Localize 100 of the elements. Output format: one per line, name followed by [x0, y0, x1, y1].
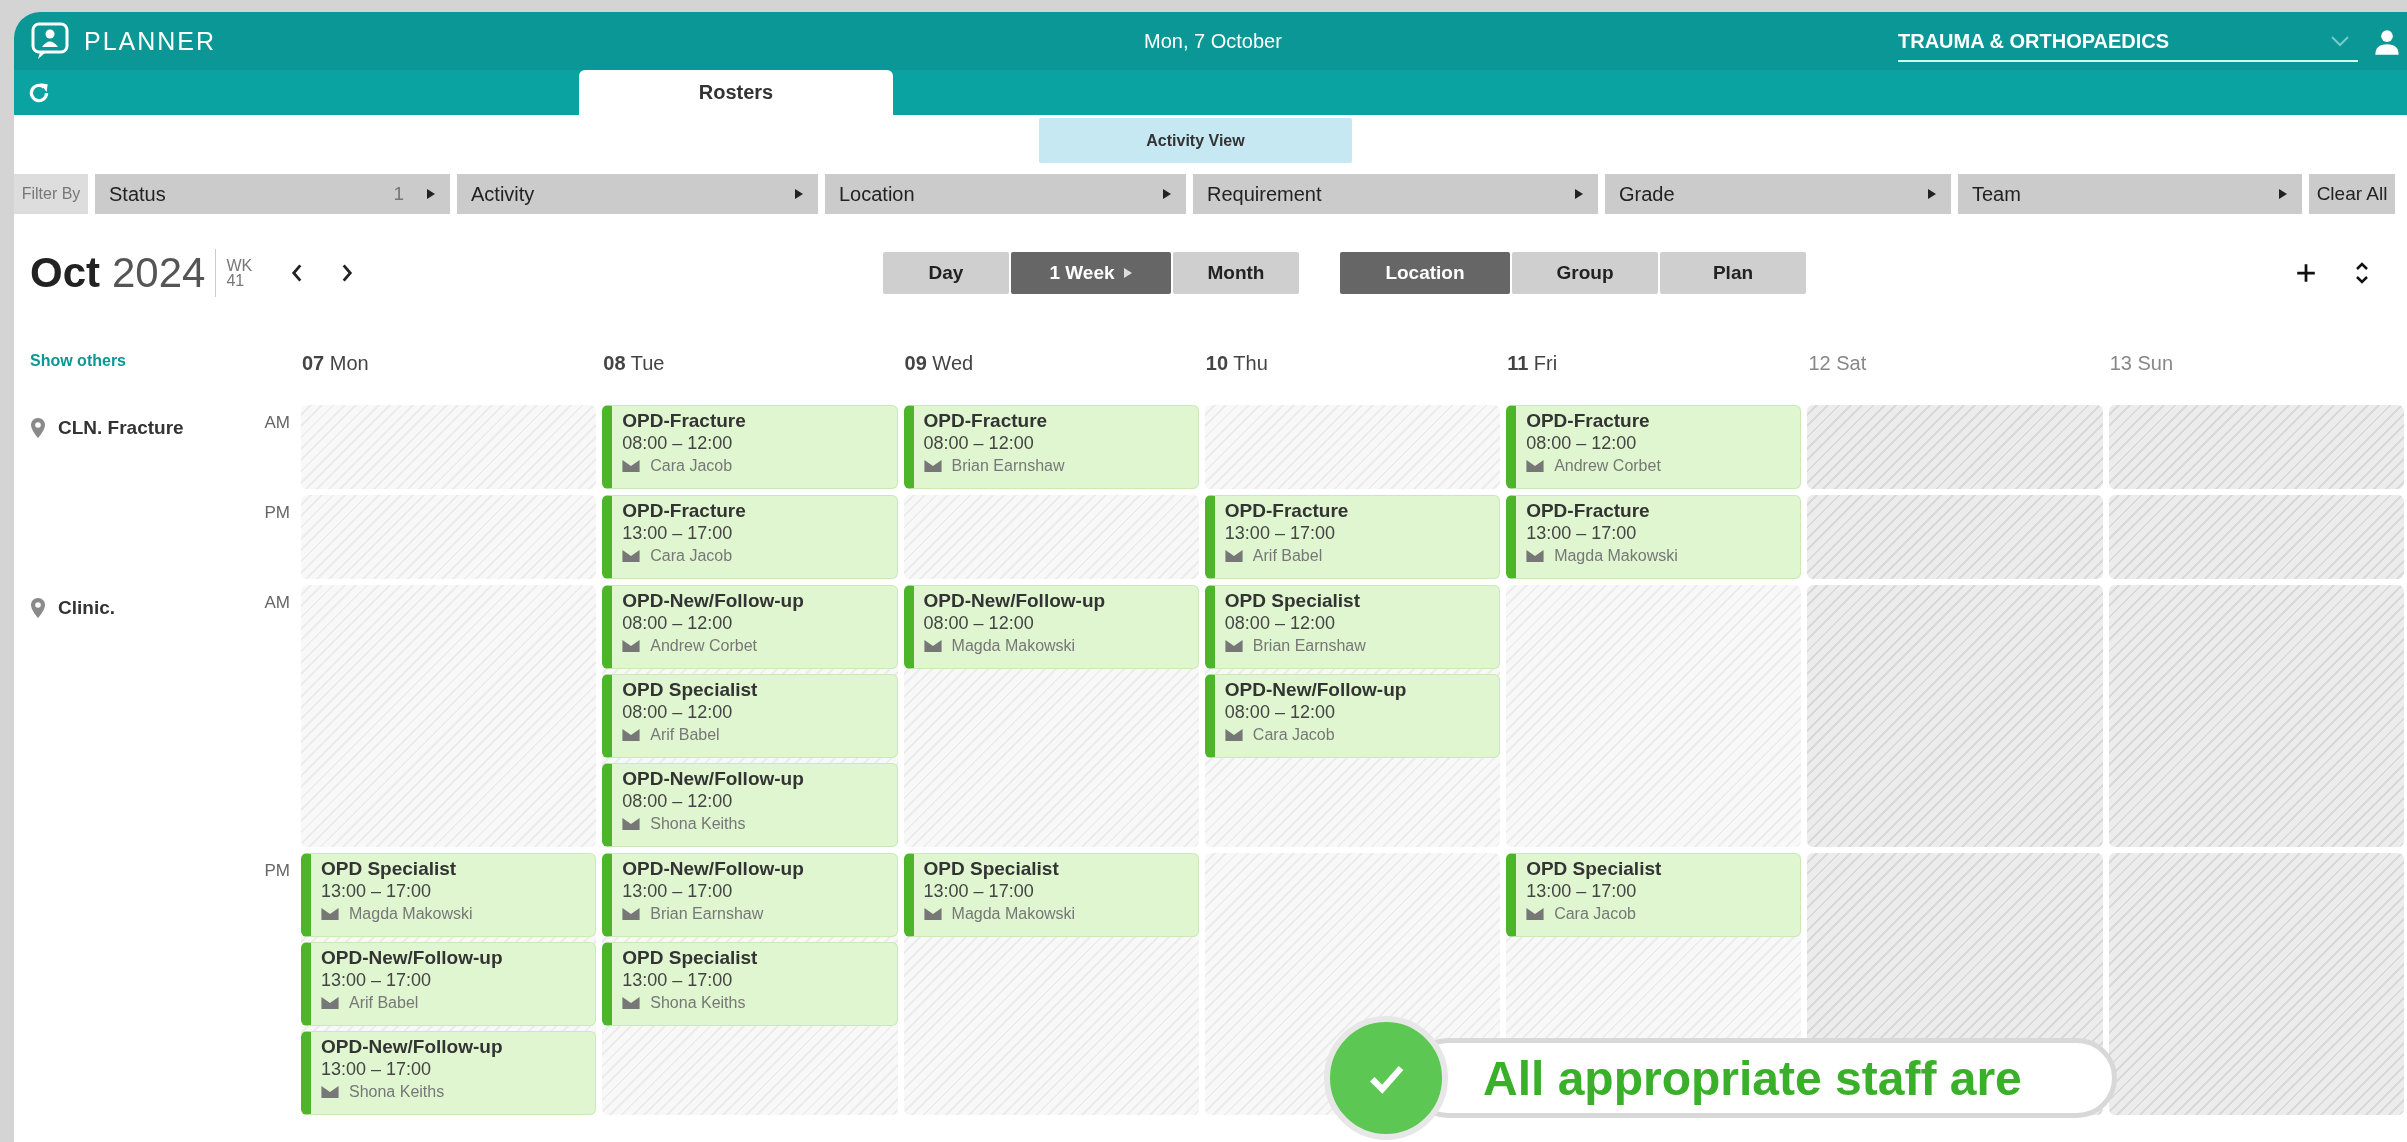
filter-dropdown[interactable]: Requirement — [1193, 174, 1598, 214]
shift-title: OPD-Fracture — [622, 499, 747, 522]
shift-card[interactable]: OPD-New/Follow-up 13:00 – 17:00 Arif Babel — [301, 942, 597, 1026]
staff-name: Shona Keiths — [650, 814, 746, 834]
shift-time: 13:00 – 17:00 — [1526, 880, 1638, 903]
triangle-right-icon — [1162, 188, 1172, 200]
app-title: PLANNER — [84, 26, 217, 56]
shift-time: 13:00 – 17:00 — [321, 1058, 433, 1081]
user-icon[interactable] — [2373, 28, 2401, 56]
shift-title: OPD-New/Follow-up — [923, 589, 1107, 612]
session-label: AM — [264, 593, 290, 612]
shift-time: 08:00 – 12:00 — [1224, 701, 1336, 724]
shift-time: 08:00 – 12:00 — [1224, 612, 1336, 635]
current-date: Mon, 7 October — [1144, 29, 1282, 53]
shift-card[interactable]: OPD-Fracture 13:00 – 17:00 Cara Jacob — [602, 495, 898, 579]
shift-title: OPD-Fracture — [1224, 499, 1350, 522]
shift-time: 08:00 – 12:00 — [923, 432, 1035, 455]
triangle-right-icon — [1927, 188, 1937, 200]
shift-time: 08:00 – 12:00 — [622, 701, 734, 724]
crown-icon — [321, 997, 339, 1009]
range-button[interactable]: Month — [1173, 252, 1299, 294]
shift-card[interactable]: OPD-Fracture 13:00 – 17:00 Arif Babel — [1204, 495, 1501, 579]
filter-dropdown[interactable]: Activity — [457, 174, 818, 214]
show-others-link[interactable]: Show others — [30, 352, 126, 369]
crown-icon — [622, 908, 641, 920]
shift-title: OPD Specialist — [622, 946, 759, 969]
crown-icon — [1526, 908, 1545, 920]
day-header: 09 Wed — [903, 352, 975, 376]
shift-card[interactable]: OPD-New/Follow-up 13:00 – 17:00 Shona Keiths — [301, 1031, 597, 1115]
staff-name: Brian Earnshaw — [1252, 636, 1366, 656]
week-label: WK — [226, 258, 253, 273]
crown-icon — [1224, 729, 1243, 741]
crown-icon — [622, 550, 641, 562]
session-label: PM — [264, 861, 290, 880]
shift-card[interactable]: OPD-New/Follow-up 08:00 – 12:00 Andrew Corbet — [602, 585, 898, 669]
day-header: 12 Sat — [1807, 352, 1868, 376]
triangle-right-icon — [426, 188, 436, 200]
filter-dropdown[interactable]: Location — [825, 174, 1186, 214]
shift-card[interactable]: OPD-New/Follow-up 08:00 – 12:00 Cara Jacob — [1204, 674, 1501, 758]
shift-time: 08:00 – 12:00 — [622, 432, 734, 455]
range-button[interactable]: Day — [883, 252, 1009, 294]
shift-card[interactable]: OPD-Fracture 08:00 – 12:00 Cara Jacob — [602, 405, 898, 489]
crown-icon — [622, 460, 641, 472]
shift-time: 08:00 – 12:00 — [622, 790, 734, 813]
filter-dropdown[interactable]: Status 1 — [95, 174, 450, 214]
grouping-button[interactable]: Location — [1340, 252, 1510, 294]
shift-card[interactable]: OPD-Fracture 08:00 – 12:00 Andrew Corbet — [1506, 405, 1802, 489]
shift-card[interactable]: OPD Specialist 08:00 – 12:00 Brian Earnshaw — [1204, 585, 1501, 669]
department-dropdown[interactable]: TRAUMA & ORTHOPAEDICS — [1898, 22, 2358, 62]
range-button[interactable]: 1 Week — [1011, 252, 1171, 294]
shift-card[interactable]: OPD-Fracture 13:00 – 17:00 Magda Makowski — [1506, 495, 1802, 579]
triangle-right-icon — [1574, 188, 1584, 200]
rosters-tab[interactable]: Rosters — [579, 70, 893, 115]
location-name: CLN. Fracture — [58, 417, 184, 439]
shift-time: 08:00 – 12:00 — [923, 612, 1035, 635]
shift-card[interactable]: OPD Specialist 13:00 – 17:00 Magda Makowski — [301, 853, 597, 937]
staff-name: Brian Earnshaw — [650, 904, 764, 924]
session-label: PM — [264, 503, 290, 522]
session-label: AM — [264, 413, 290, 432]
shift-card[interactable]: OPD Specialist 13:00 – 17:00 Cara Jacob — [1506, 853, 1802, 937]
activity-view-button[interactable]: Activity View — [1039, 118, 1352, 163]
crown-icon — [622, 640, 641, 652]
add-icon[interactable] — [2295, 261, 2317, 285]
shift-time: 13:00 – 17:00 — [622, 522, 734, 545]
day-header: 08 Tue — [602, 352, 666, 376]
month-label: Oct — [30, 249, 100, 297]
grouping-button[interactable]: Group — [1512, 252, 1658, 294]
shift-card[interactable]: OPD-New/Follow-up 13:00 – 17:00 Brian Earnshaw — [602, 853, 898, 937]
crown-icon — [923, 460, 942, 472]
shift-title: OPD-Fracture — [1526, 409, 1651, 432]
staff-name: Arif Babel — [1252, 546, 1323, 566]
shift-card[interactable]: OPD-Fracture 08:00 – 12:00 Brian Earnshaw — [903, 405, 1199, 489]
triangle-right-icon — [2278, 188, 2288, 200]
staff-name: Cara Jacob — [650, 546, 733, 566]
staff-name: Brian Earnshaw — [951, 456, 1065, 476]
clear-all-button[interactable]: Clear All — [2309, 174, 2395, 214]
staff-name: Cara Jacob — [1252, 725, 1335, 745]
staff-name: Cara Jacob — [650, 456, 733, 476]
shift-title: OPD-New/Follow-up — [622, 589, 805, 612]
staff-name: Shona Keiths — [650, 993, 746, 1013]
shift-title: OPD-New/Follow-up — [321, 946, 504, 969]
triangle-right-icon — [794, 188, 804, 200]
location-pin-icon — [30, 417, 46, 439]
shift-card[interactable]: OPD-New/Follow-up 08:00 – 12:00 Shona Keiths — [602, 763, 898, 847]
shift-title: OPD Specialist — [1526, 857, 1663, 880]
shift-card[interactable]: OPD-New/Follow-up 08:00 – 12:00 Magda Makowski — [903, 585, 1199, 669]
filter-dropdown[interactable]: Team — [1958, 174, 2302, 214]
shift-card[interactable]: OPD Specialist 13:00 – 17:00 Magda Makowski — [903, 853, 1199, 937]
filter-dropdown[interactable]: Grade — [1605, 174, 1951, 214]
shift-card[interactable]: OPD Specialist 08:00 – 12:00 Arif Babel — [602, 674, 898, 758]
chevron-down-icon — [2330, 35, 2350, 47]
grouping-button[interactable]: Plan — [1660, 252, 1806, 294]
crown-icon — [321, 1086, 339, 1098]
staff-name: Magda Makowski — [1554, 546, 1678, 566]
next-icon[interactable] — [340, 262, 355, 284]
day-header: 10 Thu — [1204, 352, 1269, 376]
shift-time: 08:00 – 12:00 — [1526, 432, 1638, 455]
shift-title: OPD-Fracture — [1526, 499, 1651, 522]
shift-card[interactable]: OPD Specialist 13:00 – 17:00 Shona Keiths — [602, 942, 898, 1026]
location-pin-icon — [30, 597, 46, 619]
